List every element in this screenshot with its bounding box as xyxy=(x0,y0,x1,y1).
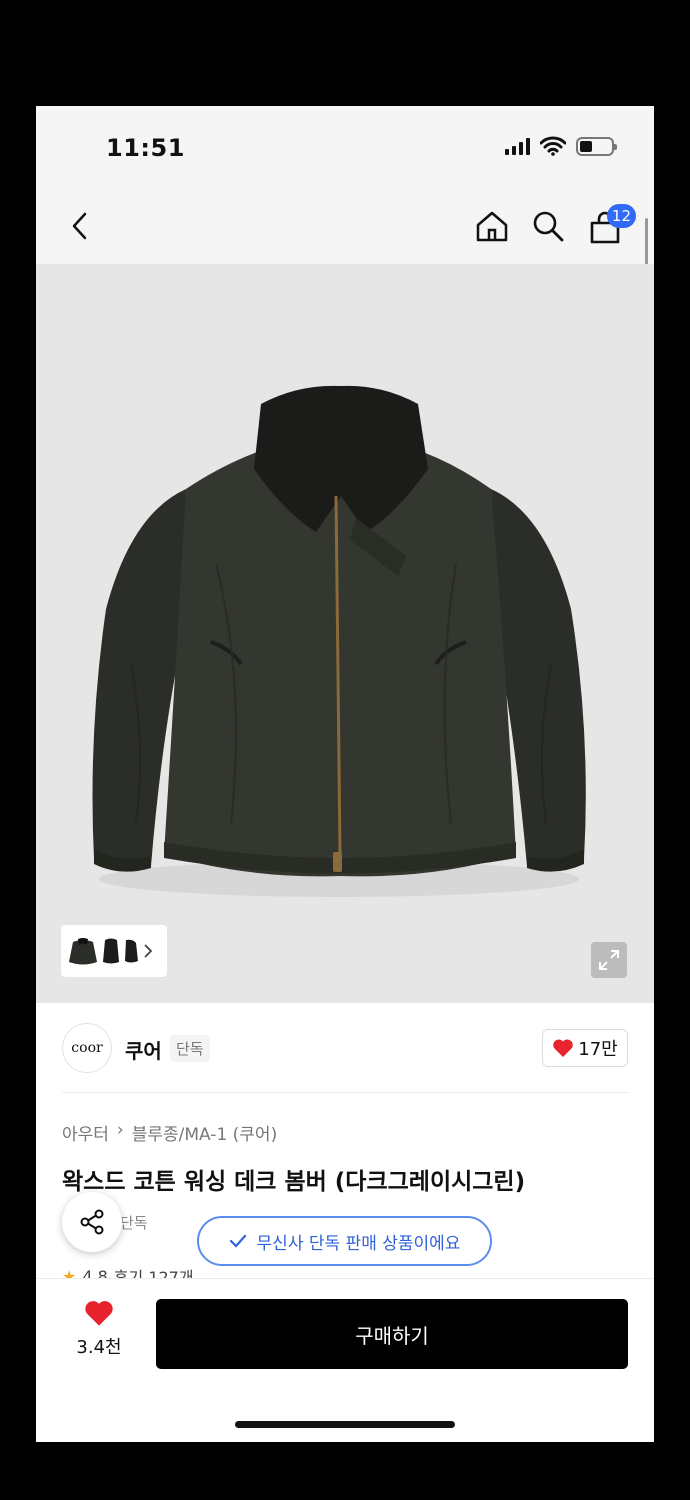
share-icon xyxy=(80,1209,104,1235)
thumbnail-side[interactable] xyxy=(123,937,139,965)
chevron-left-icon xyxy=(72,212,87,240)
breadcrumb-category[interactable]: 아우터 xyxy=(62,1120,109,1145)
share-button[interactable] xyxy=(62,1192,122,1252)
breadcrumb-separator-icon: › xyxy=(116,1120,124,1140)
chevron-right-icon[interactable] xyxy=(142,943,154,959)
status-icons xyxy=(505,136,617,156)
heart-icon xyxy=(553,1039,574,1057)
phone-screen: 11:51 12 coor 쿠어 단독 17만 아우터 › 블루종/MA-1 (… xyxy=(36,106,654,1442)
brand-logo[interactable]: coor xyxy=(62,1023,112,1073)
cart-button[interactable]: 12 xyxy=(584,204,636,248)
breadcrumb: 아우터 › 블루종/MA-1 (쿠어) xyxy=(62,1120,277,1145)
back-button[interactable] xyxy=(58,204,102,248)
home-indicator[interactable] xyxy=(235,1421,455,1428)
cart-count-badge: 12 xyxy=(606,204,636,228)
search-icon xyxy=(533,211,564,242)
divider xyxy=(62,1092,628,1093)
battery-icon xyxy=(576,136,617,156)
status-bar: 11:51 xyxy=(36,106,654,188)
checkmark-icon xyxy=(229,1234,246,1248)
buy-button[interactable]: 구매하기 xyxy=(156,1299,628,1369)
brand-name[interactable]: 쿠어 xyxy=(125,1035,162,1064)
product-image[interactable] xyxy=(36,264,654,1003)
product-title: 왁스드 코튼 워싱 데크 봄버 (다크그레이시그린) xyxy=(62,1169,526,1195)
expand-image-button[interactable] xyxy=(591,942,627,978)
search-button[interactable] xyxy=(526,204,570,248)
wifi-icon xyxy=(540,136,566,156)
exclusive-toast: 무신사 단독 판매 상품이에요 xyxy=(197,1216,492,1266)
bottom-purchase-bar: 3.4천 구매하기 xyxy=(36,1278,654,1442)
heart-icon xyxy=(85,1301,113,1326)
exclusive-tag: 단독 xyxy=(170,1035,210,1062)
brand-like-button[interactable]: 17만 xyxy=(542,1029,628,1067)
breadcrumb-subcategory[interactable]: 블루종/MA-1 (쿠어) xyxy=(132,1120,277,1145)
thumbnail-front[interactable] xyxy=(67,934,99,968)
exclusive-sub-label: 단독 xyxy=(120,1214,148,1232)
thumbnail-strip[interactable] xyxy=(61,925,167,977)
status-time: 11:51 xyxy=(106,134,185,162)
thumbnail-back[interactable] xyxy=(102,936,120,966)
home-button[interactable] xyxy=(470,204,514,248)
jacket-illustration xyxy=(92,385,586,897)
product-like-count: 3.4천 xyxy=(76,1337,122,1358)
expand-icon xyxy=(599,950,619,970)
product-like-button[interactable]: 3.4천 xyxy=(56,1299,142,1359)
brand-like-count: 17만 xyxy=(578,1039,618,1060)
cellular-signal-icon xyxy=(505,137,530,155)
home-icon xyxy=(476,211,508,242)
toast-text: 무신사 단독 판매 상품이에요 xyxy=(256,1233,461,1254)
top-nav-bar: 12 xyxy=(36,188,654,264)
